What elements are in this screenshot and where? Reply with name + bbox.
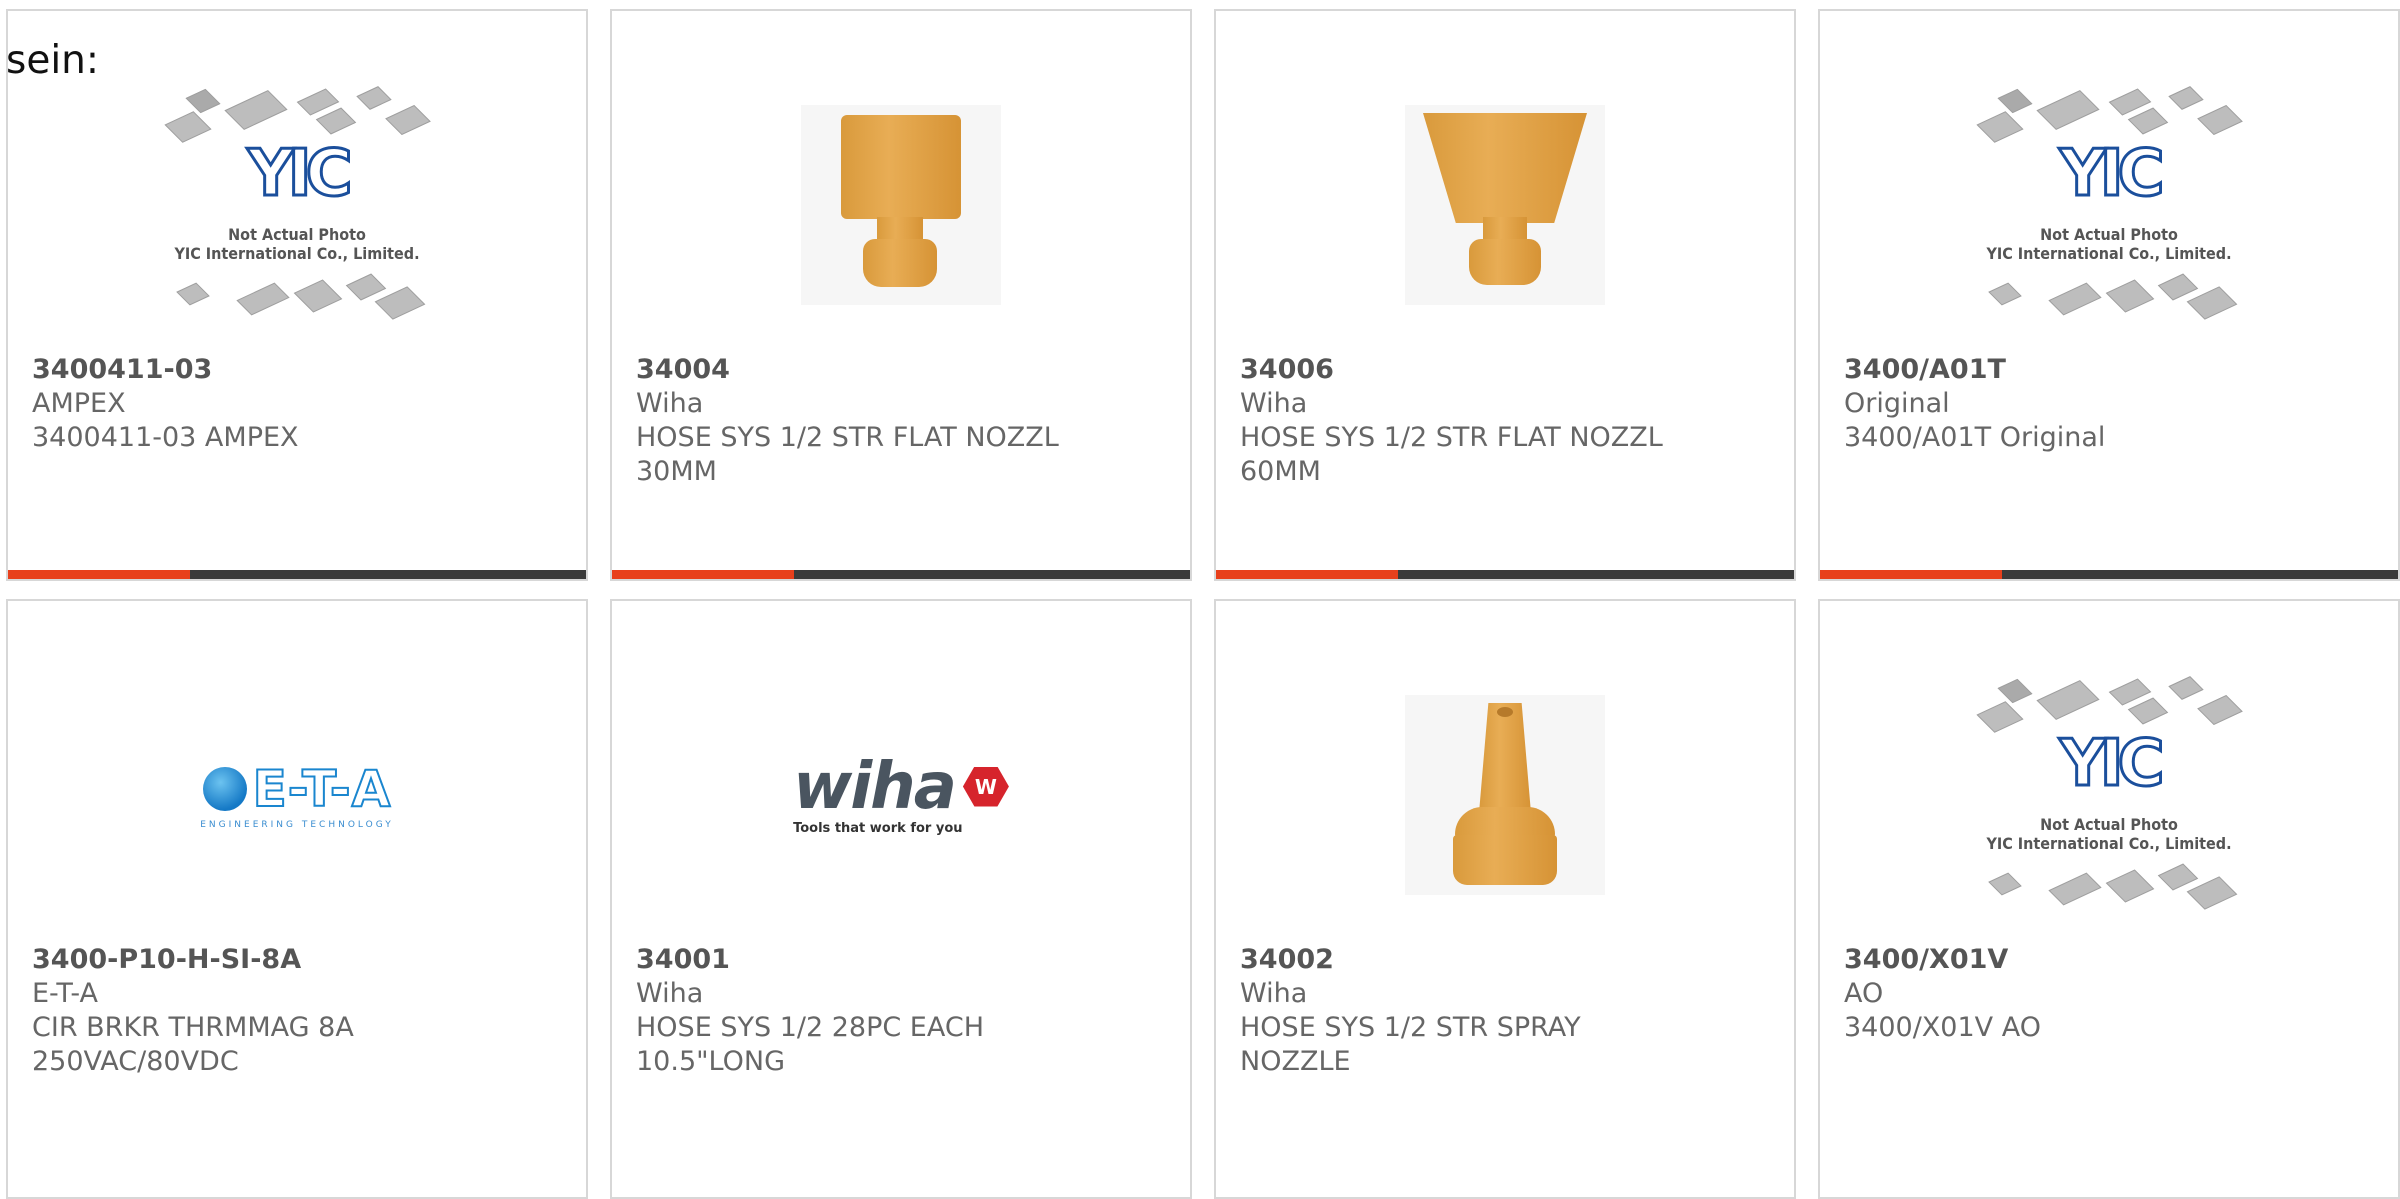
product-image[interactable] — [612, 55, 1190, 355]
card-accent-bar — [1820, 570, 2002, 579]
card-bottom-bar — [8, 570, 586, 579]
product-card-3400-P10-H-SI-8A[interactable]: E-T-A ENGINEERING TECHNOLOGY 3400-P10-H-… — [6, 599, 588, 1199]
product-card-34002[interactable]: 34002 Wiha HOSE SYS 1/2 STR SPRAY NOZZLE — [1214, 599, 1796, 1199]
product-card-3400-A01T[interactable]: YIC Not Actual Photo YIC International C… — [1818, 9, 2400, 581]
product-image[interactable] — [1216, 645, 1794, 945]
flat-nozzle-30mm-image — [801, 105, 1001, 305]
manufacturer: E-T-A — [32, 978, 98, 1009]
description-line: 3400/X01V AO — [1844, 1012, 2041, 1043]
placeholder-caption: Not Actual Photo YIC International Co., … — [174, 225, 420, 263]
description-line: 3400/A01T Original — [1844, 422, 2106, 453]
part-number[interactable]: 3400/A01T — [1844, 353, 2378, 387]
eta-logo: E-T-A ENGINEERING TECHNOLOGY — [200, 759, 394, 830]
wiha-logo: wiha W Tools that work for you — [793, 755, 1009, 836]
product-image[interactable]: wiha W Tools that work for you — [612, 645, 1190, 945]
yic-logo: YIC — [2058, 136, 2166, 213]
part-number[interactable]: 34006 — [1240, 353, 1774, 387]
product-card-34004[interactable]: 34004 Wiha HOSE SYS 1/2 STR FLAT NOZZL 3… — [610, 9, 1192, 581]
product-info: 34004 Wiha HOSE SYS 1/2 STR FLAT NOZZL 3… — [636, 353, 1170, 489]
product-image[interactable] — [1216, 55, 1794, 355]
globe-icon — [202, 767, 247, 811]
product-card-34006[interactable]: 34006 Wiha HOSE SYS 1/2 STR FLAT NOZZL 6… — [1214, 9, 1796, 581]
description-line: 60MM — [1240, 456, 1321, 487]
description-line: NOZZLE — [1240, 1046, 1351, 1077]
placeholder-image: YIC Not Actual Photo YIC International C… — [1974, 85, 2244, 325]
description-line: HOSE SYS 1/2 STR FLAT NOZZL — [636, 422, 1059, 453]
spray-nozzle-image — [1405, 695, 1605, 895]
placeholder-caption: Not Actual Photo YIC International Co., … — [1986, 225, 2232, 263]
manufacturer: Wiha — [636, 978, 704, 1009]
manufacturer: Wiha — [1240, 978, 1308, 1009]
product-image[interactable]: YIC Not Actual Photo YIC International C… — [1820, 55, 2398, 355]
card-bottom-bar — [612, 570, 1190, 579]
description-line: 3400411-03 AMPEX — [32, 422, 299, 453]
card-accent-bar — [8, 570, 190, 579]
part-number[interactable]: 34001 — [636, 943, 1170, 977]
manufacturer: Wiha — [636, 388, 704, 419]
manufacturer: Wiha — [1240, 388, 1308, 419]
description-line: 10.5"LONG — [636, 1046, 785, 1077]
description-line: HOSE SYS 1/2 STR SPRAY — [1240, 1012, 1581, 1043]
card-bottom-bar — [1216, 570, 1794, 579]
product-info: 3400/A01T Original 3400/A01T Original — [1844, 353, 2378, 455]
flat-nozzle-60mm-image — [1405, 105, 1605, 305]
product-info: 34002 Wiha HOSE SYS 1/2 STR SPRAY NOZZLE — [1240, 943, 1774, 1079]
manufacturer: Original — [1844, 388, 1950, 419]
description-line: 30MM — [636, 456, 717, 487]
manufacturer: AMPEX — [32, 388, 126, 419]
manufacturer: AO — [1844, 978, 1884, 1009]
placeholder-caption: Not Actual Photo YIC International Co., … — [1986, 815, 2232, 853]
product-info: 3400/X01V AO 3400/X01V AO — [1844, 943, 2378, 1045]
part-number[interactable]: 34004 — [636, 353, 1170, 387]
product-info: 34001 Wiha HOSE SYS 1/2 28PC EACH 10.5"L… — [636, 943, 1170, 1079]
placeholder-image: YIC Not Actual Photo YIC International C… — [1974, 675, 2244, 915]
description-line: CIR BRKR THRMMAG 8A — [32, 1012, 354, 1043]
card-accent-bar — [1216, 570, 1398, 579]
part-number[interactable]: 3400-P10-H-SI-8A — [32, 943, 566, 977]
description-line: HOSE SYS 1/2 STR FLAT NOZZL — [1240, 422, 1663, 453]
card-accent-bar — [612, 570, 794, 579]
product-image[interactable]: YIC Not Actual Photo YIC International C… — [8, 55, 586, 355]
part-number[interactable]: 34002 — [1240, 943, 1774, 977]
product-card-3400-X01V[interactable]: YIC Not Actual Photo YIC International C… — [1818, 599, 2400, 1199]
description-line: 250VAC/80VDC — [32, 1046, 239, 1077]
product-image[interactable]: E-T-A ENGINEERING TECHNOLOGY — [8, 645, 586, 945]
part-number[interactable]: 3400/X01V — [1844, 943, 2378, 977]
product-card-3400411-03[interactable]: YIC Not Actual Photo YIC International C… — [6, 9, 588, 581]
product-card-34001[interactable]: wiha W Tools that work for you 34001 Wih… — [610, 599, 1192, 1199]
product-image[interactable]: YIC Not Actual Photo YIC International C… — [1820, 645, 2398, 945]
yic-logo: YIC — [246, 136, 354, 213]
product-info: 3400411-03 AMPEX 3400411-03 AMPEX — [32, 353, 566, 455]
yic-logo: YIC — [2058, 726, 2166, 803]
page-fragment-text: sein: — [6, 38, 100, 83]
product-info: 3400-P10-H-SI-8A E-T-A CIR BRKR THRMMAG … — [32, 943, 566, 1079]
placeholder-image: YIC Not Actual Photo YIC International C… — [162, 85, 432, 325]
product-info: 34006 Wiha HOSE SYS 1/2 STR FLAT NOZZL 6… — [1240, 353, 1774, 489]
card-bottom-bar — [1820, 570, 2398, 579]
part-number[interactable]: 3400411-03 — [32, 353, 566, 387]
description-line: HOSE SYS 1/2 28PC EACH — [636, 1012, 985, 1043]
